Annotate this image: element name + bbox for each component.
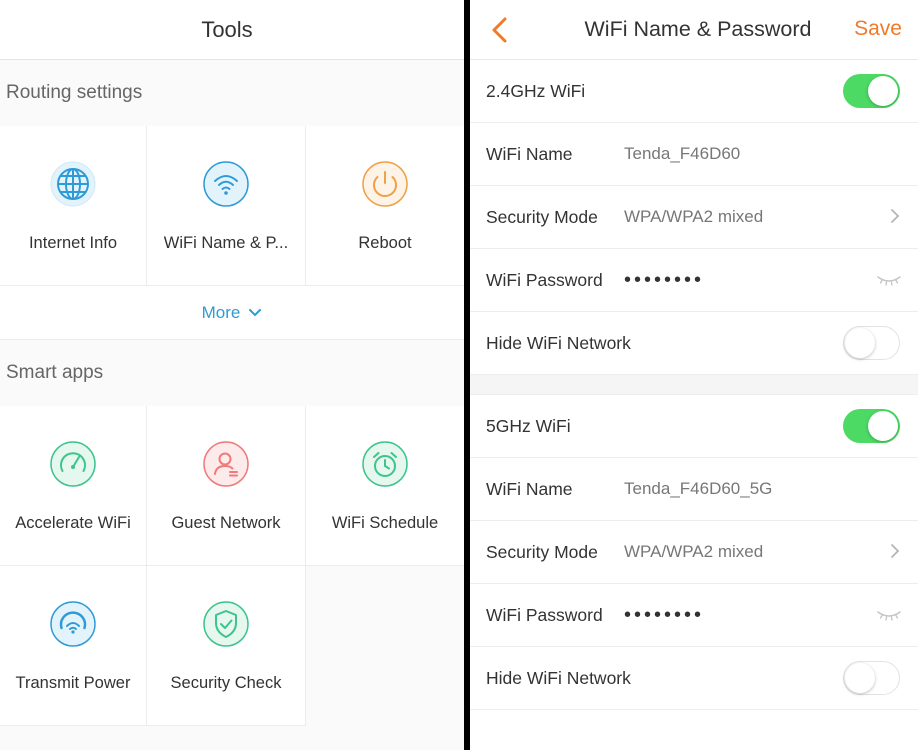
tile-internet-info[interactable]: Internet Info — [0, 126, 147, 286]
tile-wifi-schedule[interactable]: WiFi Schedule — [306, 406, 464, 566]
tile-label: WiFi Schedule — [331, 514, 439, 532]
tile-guest-network[interactable]: Guest Network — [147, 406, 306, 566]
security-mode-label: Security Mode — [486, 206, 598, 227]
wifi-name-input[interactable]: Tenda_F46D60 — [624, 144, 740, 164]
wifi-password-label: WiFi Password — [486, 269, 603, 290]
chevron-down-icon — [249, 308, 262, 316]
tools-panel: Tools Routing settings Internet Info WiF… — [0, 0, 464, 750]
band-label: 2.4GHz WiFi — [486, 80, 586, 101]
smart-apps-grid: Accelerate WiFi Guest Network WiFi Sched… — [0, 406, 464, 726]
tile-security-check[interactable]: Security Check — [147, 566, 306, 726]
signal-icon — [50, 601, 96, 647]
tile-empty — [306, 566, 464, 726]
section-title-routing: Routing settings — [0, 60, 464, 126]
security-mode-label: Security Mode — [486, 541, 598, 562]
alarm-clock-icon — [362, 441, 408, 487]
tile-label: Reboot — [358, 234, 412, 252]
hide-network-label: Hide WiFi Network — [486, 667, 631, 688]
wifi-password-input[interactable]: •••••••• — [624, 269, 704, 292]
routing-grid: Internet Info WiFi Name & P... Reboot — [0, 126, 464, 286]
hide-network-toggle[interactable] — [843, 326, 900, 360]
wifi-header: WiFi Name & Password Save — [470, 0, 918, 60]
tile-label: Transmit Power — [15, 674, 131, 692]
tools-header: Tools — [0, 0, 464, 60]
wifi-password-label: WiFi Password — [486, 604, 603, 625]
chevron-right-icon — [891, 544, 900, 558]
more-label: More — [201, 302, 241, 322]
save-button[interactable]: Save — [854, 17, 902, 41]
tile-label: Accelerate WiFi — [15, 514, 131, 532]
guest-user-icon — [203, 441, 249, 487]
band-5-toggle[interactable] — [843, 409, 900, 443]
page-title: Tools — [201, 16, 253, 42]
wifi-password-row: WiFi Password •••••••• — [470, 249, 918, 312]
hide-network-row: Hide WiFi Network — [470, 647, 918, 710]
shield-check-icon — [203, 601, 249, 647]
wifi-icon — [203, 161, 249, 207]
hide-network-row: Hide WiFi Network — [470, 312, 918, 375]
page-title: WiFi Name & Password — [584, 17, 812, 41]
tile-reboot[interactable]: Reboot — [306, 126, 464, 286]
wifi-password-row: WiFi Password •••••••• — [470, 584, 918, 647]
wifi-name-label: WiFi Name — [486, 143, 573, 164]
security-mode-row[interactable]: Security Mode WPA/WPA2 mixed — [470, 186, 918, 249]
band-24-toggle[interactable] — [843, 74, 900, 108]
tile-wifi-name[interactable]: WiFi Name & P... — [147, 126, 306, 286]
wifi-name-row: WiFi Name Tenda_F46D60 — [470, 123, 918, 186]
eye-closed-icon[interactable] — [876, 609, 902, 621]
tile-label: WiFi Name & P... — [163, 234, 289, 252]
tile-accelerate-wifi[interactable]: Accelerate WiFi — [0, 406, 147, 566]
wifi-settings-panel: WiFi Name & Password Save 2.4GHz WiFi Wi… — [470, 0, 918, 750]
tile-label: Security Check — [170, 674, 282, 692]
section-title-smart-apps: Smart apps — [0, 340, 464, 406]
band-24-row: 2.4GHz WiFi — [470, 60, 918, 123]
more-button[interactable]: More — [0, 286, 464, 340]
hide-network-label: Hide WiFi Network — [486, 332, 631, 353]
globe-icon — [50, 161, 96, 207]
eye-closed-icon[interactable] — [876, 274, 902, 286]
hide-network-toggle[interactable] — [843, 661, 900, 695]
security-mode-row[interactable]: Security Mode WPA/WPA2 mixed — [470, 521, 918, 584]
speedometer-icon — [50, 441, 96, 487]
band-label: 5GHz WiFi — [486, 415, 571, 436]
wifi-name-input[interactable]: Tenda_F46D60_5G — [624, 479, 772, 499]
security-mode-value: WPA/WPA2 mixed — [624, 207, 764, 226]
tile-label: Internet Info — [28, 234, 118, 252]
power-icon — [362, 161, 408, 207]
chevron-right-icon — [891, 209, 900, 223]
tile-transmit-power[interactable]: Transmit Power — [0, 566, 147, 726]
wifi-password-input[interactable]: •••••••• — [624, 604, 704, 627]
security-mode-value: WPA/WPA2 mixed — [624, 542, 764, 561]
tile-label: Guest Network — [171, 514, 281, 532]
wifi-name-row: WiFi Name Tenda_F46D60_5G — [470, 458, 918, 521]
wifi-name-label: WiFi Name — [486, 478, 573, 499]
section-gap — [470, 375, 918, 395]
band-5-row: 5GHz WiFi — [470, 395, 918, 458]
